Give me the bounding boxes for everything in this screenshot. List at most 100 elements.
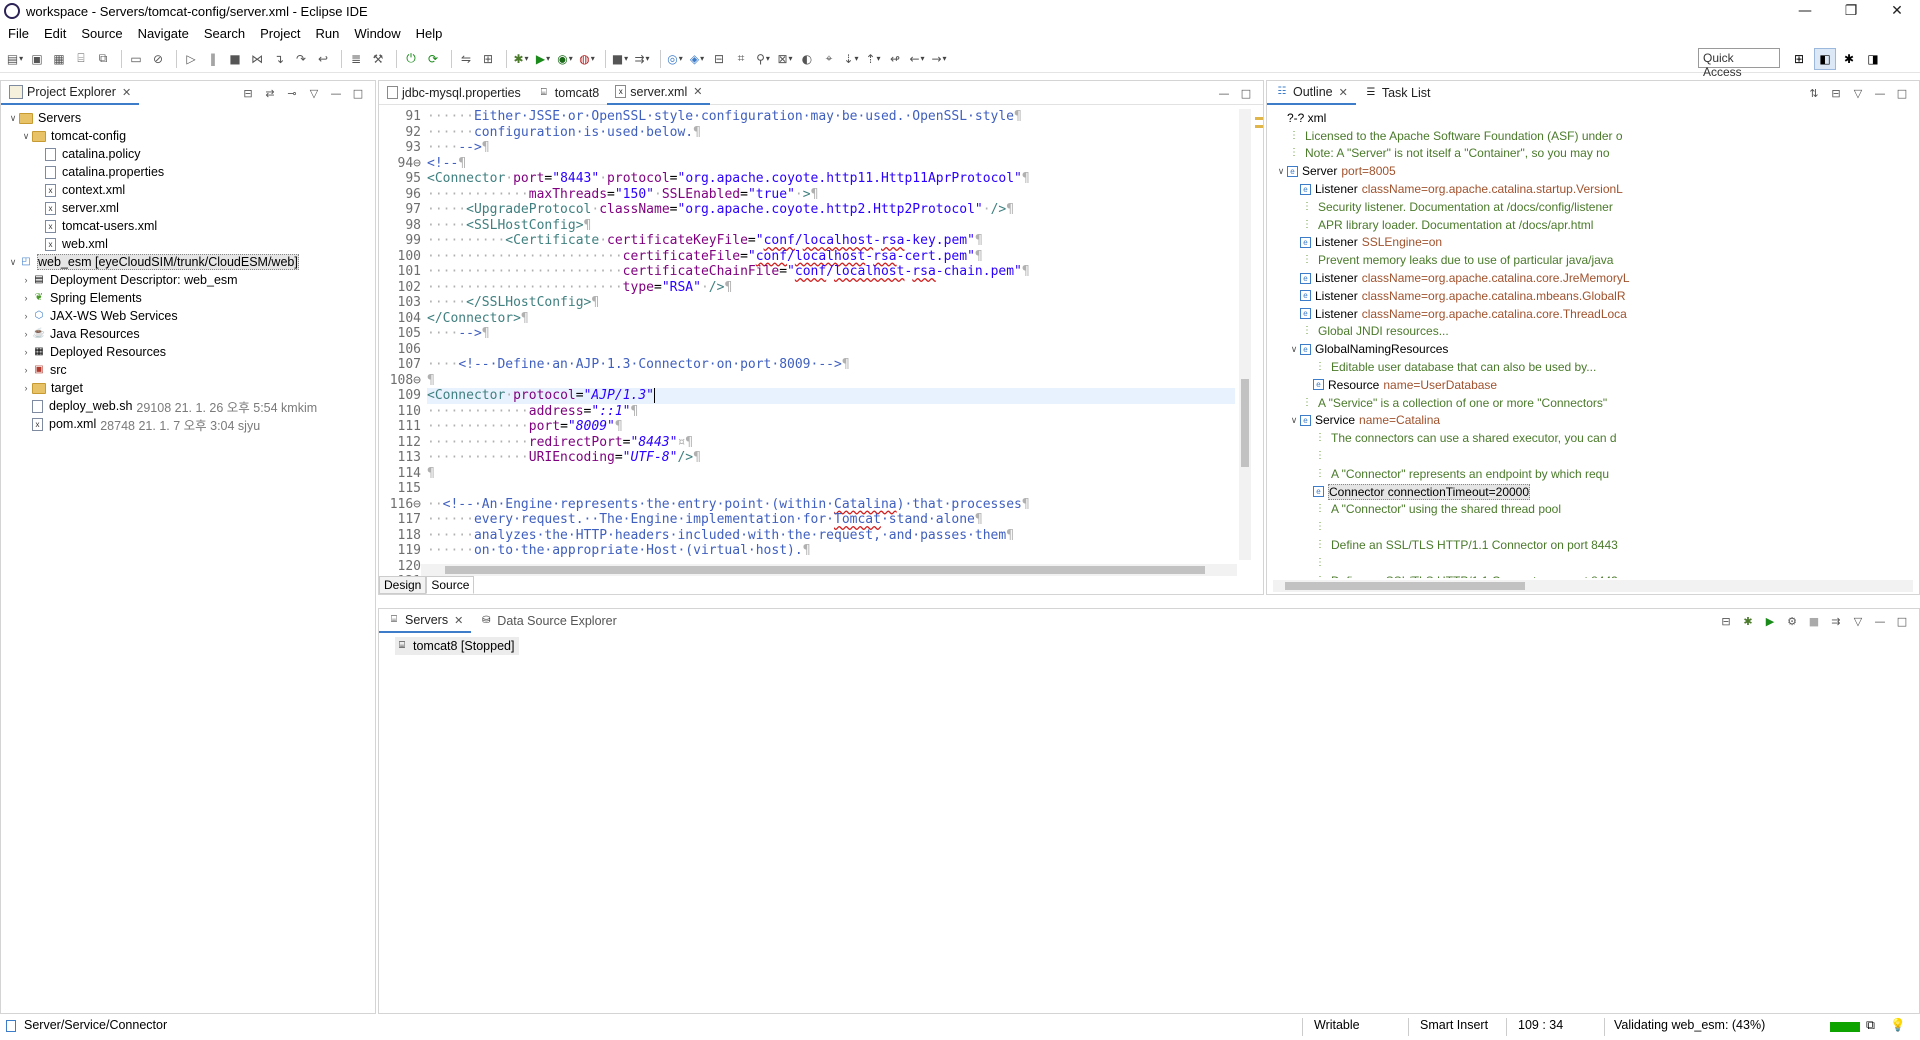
terminal-icon[interactable]: ▭ (127, 50, 145, 68)
expand-toggle-icon[interactable]: ∨ (7, 257, 19, 268)
status-task[interactable]: Validating web_esm: (43%) (1614, 1018, 1765, 1032)
editor-horizontal-scroll-thumb[interactable] (445, 566, 1205, 574)
collapse-all-icon[interactable]: ⊟ (237, 85, 259, 101)
minimize-button[interactable]: — (1782, 0, 1828, 22)
outline-item[interactable]: ∨ e GlobalNamingResources (1267, 340, 1901, 358)
outline-item[interactable]: ⋮ A "Connector" represents an endpoint by… (1267, 465, 1901, 483)
project-tree-item[interactable]: › ☕ Java Resources (1, 325, 375, 343)
outline-item[interactable]: e Listener className=org.apache.catalina.m… (1267, 287, 1901, 305)
outline-item[interactable]: ⋮ A "Service" is a collection of one or m… (1267, 394, 1901, 412)
maximize-editor-icon[interactable]: □ (1235, 85, 1257, 101)
forward-icon[interactable]: → (930, 50, 948, 68)
project-tree-item[interactable]: catalina.policy (1, 145, 375, 163)
project-tree-item[interactable]: › ▣ src (1, 361, 375, 379)
tab-task-list[interactable]: ☰ Task List (1356, 81, 1439, 105)
view-menu-icon[interactable]: ▽ (1847, 85, 1869, 101)
minimize-view-icon[interactable]: — (325, 85, 347, 101)
project-tree-item[interactable]: x server.xml (1, 199, 375, 217)
open-perspective-icon[interactable]: ⊞ (1788, 48, 1810, 70)
project-tree-item[interactable]: ∨ Servers (1, 109, 375, 127)
outline-item[interactable]: ⋮ Licensed to the Apache Software Foundat… (1267, 127, 1901, 145)
stop-server-icon[interactable]: ■ (611, 50, 629, 68)
expand-toggle-icon[interactable]: › (20, 365, 32, 375)
outline-scroll-thumb[interactable] (1285, 582, 1525, 590)
outline-item[interactable]: e Resource name=UserDatabase (1267, 376, 1901, 394)
disconnect-icon[interactable]: ⋈ (248, 50, 266, 68)
project-tree-item[interactable]: deploy_web.sh 29108 21. 1. 26 오후 5:54 kmk… (1, 397, 375, 415)
collapse-all-icon[interactable]: ⊟ (1825, 85, 1847, 101)
profile-server-icon[interactable]: ⚙ (1781, 613, 1803, 629)
progress-view-icon[interactable]: ⧉ (1866, 1018, 1875, 1033)
maximize-view-icon[interactable]: □ (1891, 613, 1913, 629)
terminate-icon[interactable]: ■ (226, 50, 244, 68)
refresh-spring-icon[interactable]: ⟳ (424, 50, 442, 68)
outline-item[interactable]: ⋮ (1267, 447, 1901, 465)
publish-server-icon[interactable]: ⇉ (1825, 613, 1847, 629)
close-tab-icon[interactable]: ✕ (1339, 86, 1348, 99)
menu-help[interactable]: Help (408, 26, 450, 41)
outline-item[interactable]: ⋮ (1267, 518, 1901, 536)
project-tree-item[interactable]: x tomcat-users.xml (1, 217, 375, 235)
next-annotation-icon[interactable]: ⇣ (842, 50, 860, 68)
project-tree-item[interactable]: › target (1, 379, 375, 397)
link-with-editor-icon[interactable]: ⇄ (259, 85, 281, 101)
collapse-all-icon[interactable]: ⊟ (1715, 613, 1737, 629)
outline-item[interactable]: ∨ e Server port=8005 (1267, 162, 1901, 180)
project-tree-item[interactable]: › ▦ Deployed Resources (1, 343, 375, 361)
maximize-view-icon[interactable]: □ (1891, 85, 1913, 101)
editor-vertical-scrollbar[interactable] (1239, 109, 1251, 560)
outline-item[interactable]: ∨ e Service name=Catalina (1267, 412, 1901, 430)
server-row[interactable]: ⌸ tomcat8 [Stopped] (395, 637, 519, 655)
tab-servers[interactable]: ⌸ Servers ✕ (379, 609, 472, 633)
save-all-icon[interactable]: ▦ (50, 50, 68, 68)
pin-editor-icon[interactable]: ⌖ (820, 50, 838, 68)
editor-horizontal-scrollbar[interactable] (421, 564, 1237, 576)
open-resource-icon[interactable]: ⌗ (732, 50, 750, 68)
jee-perspective-icon[interactable]: ◧ (1814, 48, 1836, 70)
outline-item[interactable]: ⋮ Security listener. Documentation at /do… (1267, 198, 1901, 216)
prev-annotation-icon[interactable]: ⇡ (864, 50, 882, 68)
toggle-mark-icon[interactable]: ⇋ (457, 50, 475, 68)
menu-source[interactable]: Source (73, 26, 129, 41)
spring-boot-icon[interactable]: ⏻ (402, 50, 420, 68)
outline-item[interactable]: ⋮ Prevent memory leaks due to use of part… (1267, 251, 1901, 269)
tab-design[interactable]: Design (379, 576, 427, 594)
expand-toggle-icon[interactable]: › (20, 329, 32, 339)
menu-window[interactable]: Window (346, 26, 407, 41)
new-icon[interactable]: ▤ (6, 50, 24, 68)
outline-item[interactable]: e Listener className=org.apache.catalina.s… (1267, 180, 1901, 198)
run-icon[interactable]: ▶ (534, 50, 552, 68)
project-tree-item[interactable]: x web.xml (1, 235, 375, 253)
close-tab-icon[interactable]: ✕ (122, 86, 131, 99)
outline-item[interactable]: ⋮ Global JNDI resources... (1267, 323, 1901, 341)
debug-perspective-icon[interactable]: ✱ (1838, 48, 1860, 70)
menu-edit[interactable]: Edit (36, 26, 73, 41)
menu-project[interactable]: Project (252, 26, 307, 41)
tab-outline[interactable]: ☷ Outline ✕ (1267, 81, 1356, 105)
menu-file[interactable]: File (0, 26, 36, 41)
expand-toggle-icon[interactable]: ∨ (1288, 344, 1300, 355)
tab-tomcat8[interactable]: ⌸ tomcat8 (529, 81, 607, 105)
maximize-view-icon[interactable]: □ (347, 85, 369, 101)
outline-horizontal-scrollbar[interactable] (1273, 580, 1913, 592)
close-button[interactable]: ✕ (1874, 0, 1920, 22)
maximize-button[interactable]: ❐ (1828, 0, 1874, 22)
open-task-list-icon[interactable]: ⊠ (776, 50, 794, 68)
outline-item[interactable]: e Listener className=org.apache.catalina.c… (1267, 269, 1901, 287)
block-select-icon[interactable]: ⊞ (479, 50, 497, 68)
annotation-marker[interactable] (1255, 117, 1263, 120)
expand-toggle-icon[interactable]: › (20, 293, 32, 303)
expand-toggle-icon[interactable]: ∨ (20, 131, 32, 142)
close-tab-icon[interactable]: ✕ (693, 85, 702, 98)
expand-toggle-icon[interactable]: ∨ (7, 113, 19, 124)
debug-icon[interactable]: ✱ (512, 50, 530, 68)
tab-project-explorer[interactable]: Project Explorer ✕ (1, 81, 140, 105)
expand-toggle-icon[interactable]: › (20, 311, 32, 321)
project-tree-item[interactable]: ∨ ◰ web_esm [eyeCloudSIM/trunk/CloudESM/we… (1, 253, 375, 271)
expand-toggle-icon[interactable]: ∨ (1288, 415, 1300, 426)
quick-access-field[interactable]: Quick Access (1698, 48, 1780, 79)
minimize-editor-icon[interactable]: — (1213, 85, 1235, 101)
globe-icon[interactable]: ◐ (798, 50, 816, 68)
expand-toggle-icon[interactable]: ∨ (1275, 166, 1287, 177)
search-icon[interactable]: ⚲ (754, 50, 772, 68)
